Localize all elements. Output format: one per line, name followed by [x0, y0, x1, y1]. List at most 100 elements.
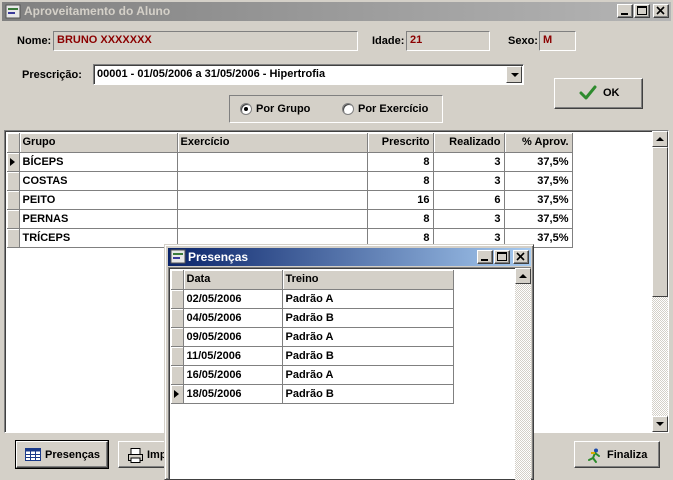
- row-indicator[interactable]: [7, 171, 20, 191]
- title-bar: Aproveitamento do Aluno: [2, 2, 671, 21]
- presencas-vertical-scrollbar[interactable]: [515, 268, 531, 480]
- row-indicator[interactable]: [7, 228, 20, 248]
- cell-grupo[interactable]: BÍCEPS: [19, 152, 178, 172]
- cell-realizado[interactable]: 3: [433, 209, 505, 229]
- cell-treino[interactable]: Padrão B: [282, 308, 454, 328]
- cell-treino[interactable]: Padrão B: [282, 346, 454, 366]
- cell-aprov[interactable]: 37,5%: [504, 190, 573, 210]
- cell-grupo[interactable]: COSTAS: [19, 171, 178, 191]
- presencas-scroll-up-button[interactable]: [515, 268, 531, 284]
- row-indicator[interactable]: [171, 346, 184, 366]
- cell-treino[interactable]: Padrão A: [282, 289, 454, 309]
- vertical-scrollbar[interactable]: [652, 131, 668, 432]
- table-row[interactable]: BÍCEPS 8 3 37,5%: [7, 152, 573, 172]
- cell-prescrito[interactable]: 8: [367, 152, 434, 172]
- cell-grupo[interactable]: TRÍCEPS: [19, 228, 178, 248]
- row-indicator[interactable]: [171, 308, 184, 328]
- maximize-icon: [497, 252, 507, 261]
- current-row-arrow-icon: [174, 389, 179, 398]
- cell-realizado[interactable]: 6: [433, 190, 505, 210]
- cell-data[interactable]: 16/05/2006: [183, 365, 283, 385]
- row-indicator[interactable]: [7, 209, 20, 229]
- cell-data[interactable]: 04/05/2006: [183, 308, 283, 328]
- maximize-button[interactable]: [634, 4, 650, 18]
- row-indicator[interactable]: [171, 365, 184, 385]
- cell-data[interactable]: 02/05/2006: [183, 289, 283, 309]
- scroll-thumb[interactable]: [652, 147, 668, 297]
- cell-realizado[interactable]: 3: [433, 152, 505, 172]
- cell-treino[interactable]: Padrão A: [282, 365, 454, 385]
- presencas-minimize-button[interactable]: [477, 250, 493, 264]
- cell-treino[interactable]: Padrão A: [282, 327, 454, 347]
- table-row[interactable]: 18/05/2006 Padrão B: [171, 384, 454, 404]
- col-realizado[interactable]: Realizado: [433, 133, 505, 153]
- close-button[interactable]: [653, 4, 669, 18]
- cell-aprov[interactable]: 37,5%: [504, 152, 573, 172]
- arrow-up-icon: [519, 274, 527, 278]
- arrow-down-icon: [656, 422, 664, 426]
- sex-field: M: [539, 31, 576, 51]
- header-row: Grupo Exercício Prescrito Realizado % Ap…: [7, 133, 573, 153]
- table-row[interactable]: COSTAS 8 3 37,5%: [7, 171, 573, 191]
- ok-button[interactable]: OK: [554, 78, 643, 109]
- ok-label: OK: [603, 87, 620, 99]
- table-row[interactable]: 16/05/2006 Padrão A: [171, 365, 454, 385]
- cell-realizado[interactable]: 3: [433, 171, 505, 191]
- finaliza-button-label: Finaliza: [607, 449, 648, 461]
- col-prescrito[interactable]: Prescrito: [367, 133, 434, 153]
- table-row[interactable]: PERNAS 8 3 37,5%: [7, 209, 573, 229]
- col-exercicio[interactable]: Exercício: [177, 133, 368, 153]
- cell-treino[interactable]: Padrão B: [282, 384, 454, 404]
- chevron-down-icon: [511, 73, 519, 77]
- indicator-header: [171, 270, 184, 290]
- cell-aprov[interactable]: 37,5%: [504, 209, 573, 229]
- table-row[interactable]: 09/05/2006 Padrão A: [171, 327, 454, 347]
- col-treino[interactable]: Treino: [282, 270, 454, 290]
- dropdown-button[interactable]: [506, 66, 522, 83]
- view-mode-group: Por Grupo Por Exercício: [229, 95, 443, 123]
- row-indicator[interactable]: [171, 289, 184, 309]
- table-row[interactable]: 11/05/2006 Padrão B: [171, 346, 454, 366]
- row-indicator[interactable]: [171, 327, 184, 347]
- minimize-button[interactable]: [617, 4, 633, 18]
- cell-grupo[interactable]: PEITO: [19, 190, 178, 210]
- prescription-select[interactable]: 00001 - 01/05/2006 a 31/05/2006 - Hipert…: [93, 64, 524, 85]
- cell-grupo[interactable]: PERNAS: [19, 209, 178, 229]
- grid-icon: [25, 448, 41, 464]
- cell-prescrito[interactable]: 8: [367, 171, 434, 191]
- presencas-header-row: Data Treino: [171, 270, 454, 290]
- presencas-button-label: Presenças: [45, 449, 101, 461]
- cell-prescrito[interactable]: 8: [367, 209, 434, 229]
- scroll-up-button[interactable]: [652, 131, 668, 147]
- results-table: Grupo Exercício Prescrito Realizado % Ap…: [7, 133, 573, 248]
- cell-data[interactable]: 11/05/2006: [183, 346, 283, 366]
- prescription-label: Prescrição:: [22, 69, 82, 81]
- row-indicator[interactable]: [171, 384, 184, 404]
- cell-aprov[interactable]: 37,5%: [504, 171, 573, 191]
- scroll-down-button[interactable]: [652, 416, 668, 432]
- presencas-close-button[interactable]: [513, 250, 529, 264]
- cell-data[interactable]: 09/05/2006: [183, 327, 283, 347]
- presencas-title: Presenças: [188, 250, 249, 264]
- cell-exercicio[interactable]: [177, 152, 368, 172]
- current-row-arrow-icon: [10, 157, 15, 166]
- col-aprov[interactable]: % Aprov.: [504, 133, 573, 153]
- table-row[interactable]: 04/05/2006 Padrão B: [171, 308, 454, 328]
- cell-exercicio[interactable]: [177, 171, 368, 191]
- table-row[interactable]: PEITO 16 6 37,5%: [7, 190, 573, 210]
- presencas-maximize-button[interactable]: [494, 250, 510, 264]
- col-data[interactable]: Data: [183, 270, 283, 290]
- cell-prescrito[interactable]: 16: [367, 190, 434, 210]
- name-label: Nome:: [17, 35, 52, 47]
- running-man-icon: [587, 448, 603, 467]
- table-row[interactable]: 02/05/2006 Padrão A: [171, 289, 454, 309]
- presencas-grid[interactable]: Data Treino 02/05/2006 Padrão A 04/05/2006…: [168, 267, 531, 480]
- cell-exercicio[interactable]: [177, 209, 368, 229]
- presencas-button[interactable]: Presenças: [15, 440, 109, 469]
- finaliza-button[interactable]: Finaliza: [574, 441, 660, 468]
- row-indicator[interactable]: [7, 152, 20, 172]
- cell-data[interactable]: 18/05/2006: [183, 384, 283, 404]
- row-indicator[interactable]: [7, 190, 20, 210]
- col-grupo[interactable]: Grupo: [19, 133, 178, 153]
- cell-exercicio[interactable]: [177, 190, 368, 210]
